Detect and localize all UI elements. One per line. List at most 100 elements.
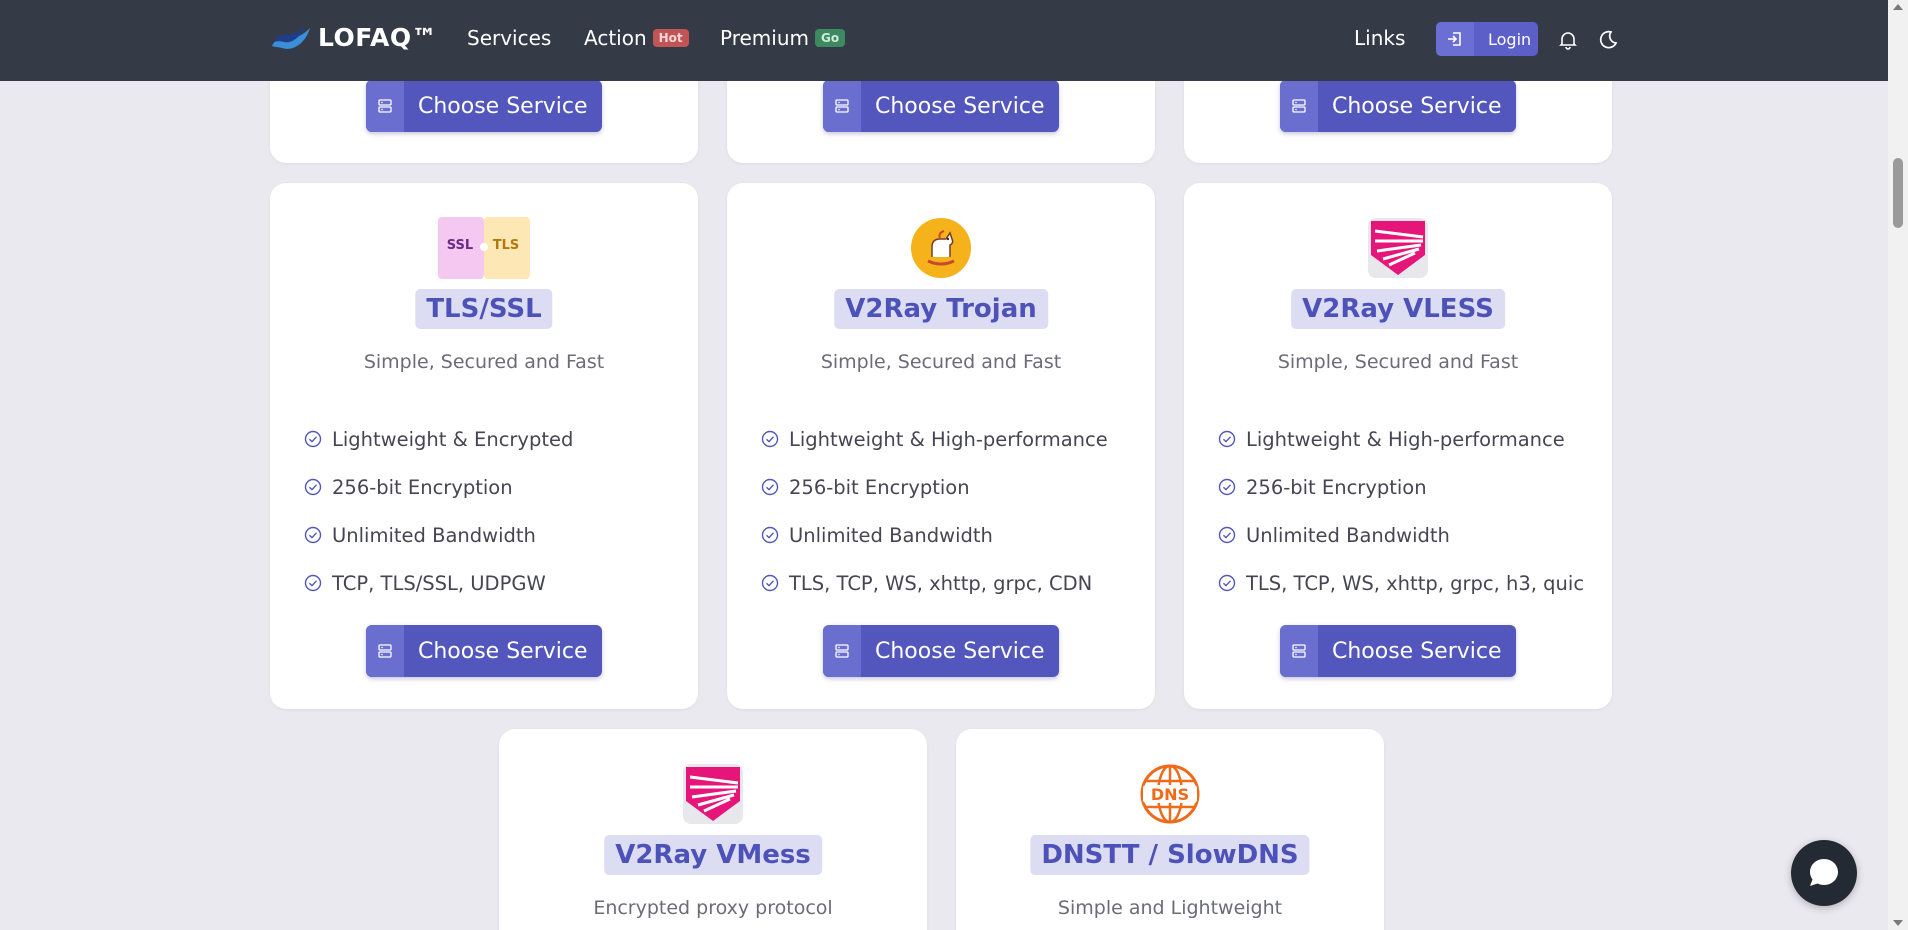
choose-service-label: Choose Service	[875, 93, 1045, 119]
card-title: V2Ray VMess	[604, 835, 822, 875]
card-subtitle: Simple and Lightweight	[1057, 897, 1283, 919]
feature-text: TCP, TLS/SSL, UDPGW	[332, 571, 546, 595]
links-menu[interactable]: Links	[1354, 26, 1405, 50]
check-circle-icon	[304, 574, 322, 592]
feature-text: Unlimited Bandwidth	[332, 523, 536, 547]
service-card-v2ray-vless: V2Ray VLESS Simple, Secured and Fast Lig…	[1184, 183, 1612, 709]
nav-item-label: Action	[584, 26, 647, 50]
nav-item-label: Premium	[720, 26, 809, 50]
nav-item-label: Services	[467, 26, 552, 50]
moon-icon[interactable]	[1596, 28, 1620, 52]
check-circle-icon	[304, 526, 322, 544]
nav-item-action[interactable]: Action Hot	[584, 26, 689, 50]
card-title: DNSTT / SlowDNS	[1030, 835, 1310, 875]
service-card-tls-ssl: SSL TLS TLS/SSL Simple, Secured and Fast…	[270, 183, 698, 709]
trojan-horse-logo-icon	[911, 218, 971, 278]
check-circle-icon	[761, 574, 779, 592]
feature-text: 256-bit Encryption	[789, 475, 970, 499]
choose-service-button[interactable]: Choose Service	[366, 625, 602, 677]
choose-service-button[interactable]: Choose Service	[1280, 80, 1516, 132]
service-card-dnstt: DNS DNSTT / SlowDNS Simple and Lightweig…	[956, 729, 1384, 930]
feature-item: Unlimited Bandwidth	[1218, 511, 1584, 559]
server-icon	[823, 80, 861, 132]
scroll-thumb[interactable]	[1893, 158, 1903, 228]
chat-button[interactable]	[1791, 840, 1857, 906]
choose-service-label: Choose Service	[418, 93, 588, 119]
feature-text: Lightweight & High-performance	[789, 427, 1108, 451]
navbar: LOFAQ™ Services Action Hot Premium Go Li…	[0, 0, 1888, 81]
feature-item: TCP, TLS/SSL, UDPGW	[304, 559, 573, 607]
v2ray-logo-icon	[683, 764, 743, 824]
feature-text: TLS, TCP, WS, xhttp, grpc, CDN	[789, 571, 1093, 595]
dns-globe-logo-icon: DNS	[1140, 764, 1200, 824]
nav-item-premium[interactable]: Premium Go	[720, 26, 846, 50]
server-icon	[1280, 80, 1318, 132]
card-subtitle: Simple, Secured and Fast	[1277, 351, 1519, 373]
server-icon	[366, 80, 404, 132]
feature-item: Lightweight & High-performance	[1218, 415, 1584, 463]
ssl-tls-logo-icon: SSL TLS	[438, 217, 530, 279]
check-circle-icon	[761, 478, 779, 496]
choose-service-label: Choose Service	[1332, 638, 1502, 664]
brand[interactable]: LOFAQ™	[270, 22, 437, 52]
check-circle-icon	[1218, 574, 1236, 592]
feature-item: TLS, TCP, WS, xhttp, grpc, h3, quic	[1218, 559, 1584, 607]
login-label: Login	[1488, 29, 1532, 49]
login-button[interactable]: Login	[1436, 22, 1538, 56]
choose-service-label: Choose Service	[875, 638, 1045, 664]
feature-item: Unlimited Bandwidth	[304, 511, 573, 559]
check-circle-icon	[304, 478, 322, 496]
feature-item: 256-bit Encryption	[304, 463, 573, 511]
choose-service-button[interactable]: Choose Service	[823, 625, 1059, 677]
service-card-v2ray-vmess: V2Ray VMess Encrypted proxy protocol	[499, 729, 927, 930]
feature-text: 256-bit Encryption	[1246, 475, 1427, 499]
card-title: V2Ray Trojan	[834, 289, 1048, 329]
check-circle-icon	[761, 526, 779, 544]
feature-text: Unlimited Bandwidth	[1246, 523, 1450, 547]
check-circle-icon	[761, 430, 779, 448]
dns-logo-text: DNS	[1151, 785, 1189, 804]
choose-service-label: Choose Service	[418, 638, 588, 664]
scrollbar[interactable]	[1888, 0, 1908, 930]
feature-list: Lightweight & High-performance 256-bit E…	[761, 415, 1108, 607]
feature-text: Lightweight & Encrypted	[332, 427, 574, 451]
scroll-down-arrow-icon[interactable]	[1893, 920, 1903, 926]
check-circle-icon	[1218, 430, 1236, 448]
v2ray-logo-icon	[1368, 218, 1428, 278]
feature-list: Lightweight & High-performance 256-bit E…	[1218, 415, 1584, 607]
feature-item: 256-bit Encryption	[1218, 463, 1584, 511]
login-icon	[1436, 22, 1474, 56]
choose-service-button[interactable]: Choose Service	[823, 80, 1059, 132]
feature-list: Lightweight & Encrypted 256-bit Encrypti…	[304, 415, 573, 607]
feature-text: Unlimited Bandwidth	[789, 523, 993, 547]
choose-service-label: Choose Service	[1332, 93, 1502, 119]
chat-bubble-icon	[1810, 859, 1838, 886]
server-icon	[366, 625, 404, 677]
server-icon	[823, 625, 861, 677]
brand-logo-icon	[272, 26, 310, 49]
bell-icon[interactable]	[1556, 28, 1580, 52]
feature-item: Lightweight & High-performance	[761, 415, 1108, 463]
ssl-logo-text: SSL	[447, 238, 473, 253]
service-card-v2ray-trojan: V2Ray Trojan Simple, Secured and Fast Li…	[727, 183, 1155, 709]
tls-logo-text: TLS	[493, 238, 520, 253]
feature-item: Lightweight & Encrypted	[304, 415, 573, 463]
server-icon	[1280, 625, 1318, 677]
card-subtitle: Simple, Secured and Fast	[363, 351, 605, 373]
brand-name: LOFAQ™	[318, 22, 438, 52]
check-circle-icon	[1218, 526, 1236, 544]
card-title: TLS/SSL	[415, 289, 553, 329]
choose-service-button[interactable]: Choose Service	[366, 80, 602, 132]
feature-text: Lightweight & High-performance	[1246, 427, 1565, 451]
card-subtitle: Simple, Secured and Fast	[820, 351, 1062, 373]
nav-item-services[interactable]: Services	[467, 26, 551, 50]
card-title: V2Ray VLESS	[1291, 289, 1505, 329]
feature-item: Unlimited Bandwidth	[761, 511, 1108, 559]
choose-service-button[interactable]: Choose Service	[1280, 625, 1516, 677]
feature-item: 256-bit Encryption	[761, 463, 1108, 511]
go-badge: Go	[815, 29, 846, 47]
hot-badge: Hot	[652, 29, 689, 47]
check-circle-icon	[304, 430, 322, 448]
card-subtitle: Encrypted proxy protocol	[593, 897, 833, 919]
scroll-up-arrow-icon[interactable]	[1893, 4, 1903, 10]
